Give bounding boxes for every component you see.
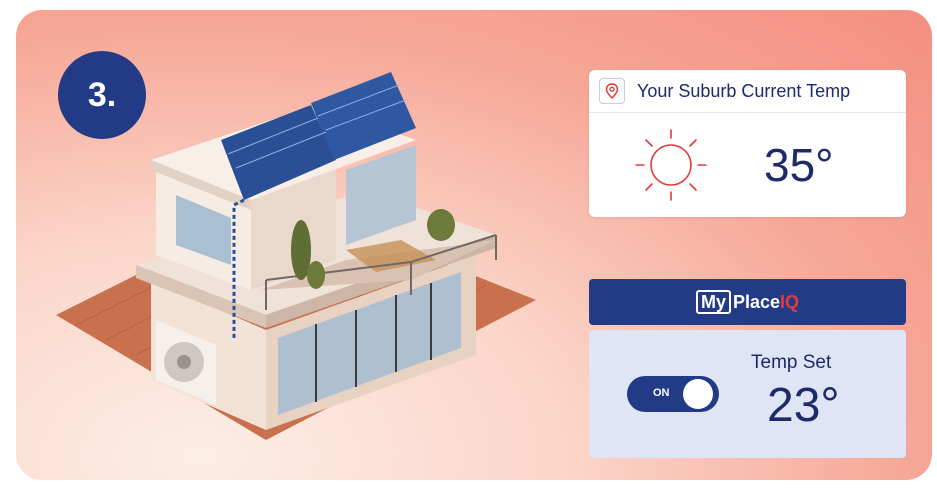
- location-pin-icon: [599, 78, 625, 104]
- temp-set-label: Temp Set: [751, 352, 832, 373]
- toggle-label: ON: [653, 387, 670, 399]
- brand-place: Place: [732, 291, 781, 312]
- myplaceiq-logo: My Place IQ: [695, 290, 800, 314]
- current-temp-card: Your Suburb Current Temp 35°: [589, 70, 906, 217]
- current-temp-header: Your Suburb Current Temp: [589, 70, 906, 113]
- house-illustration: [56, 72, 536, 440]
- power-toggle[interactable]: ON: [627, 376, 719, 412]
- brand-my: My: [695, 290, 731, 314]
- myplaceiq-brand-bar: My Place IQ: [589, 279, 906, 325]
- sun-icon: [635, 129, 707, 201]
- toggle-knob: [683, 379, 713, 409]
- temp-set-value: 23°: [767, 379, 840, 432]
- brand-iq: IQ: [780, 291, 800, 312]
- temp-control-card: ON Temp Set 23°: [589, 330, 906, 458]
- current-temp-title: Your Suburb Current Temp: [637, 81, 851, 101]
- current-temp-value: 35°: [764, 139, 834, 191]
- hero-panel: 3. Your Suburb Current Temp 35° My Place…: [16, 10, 932, 480]
